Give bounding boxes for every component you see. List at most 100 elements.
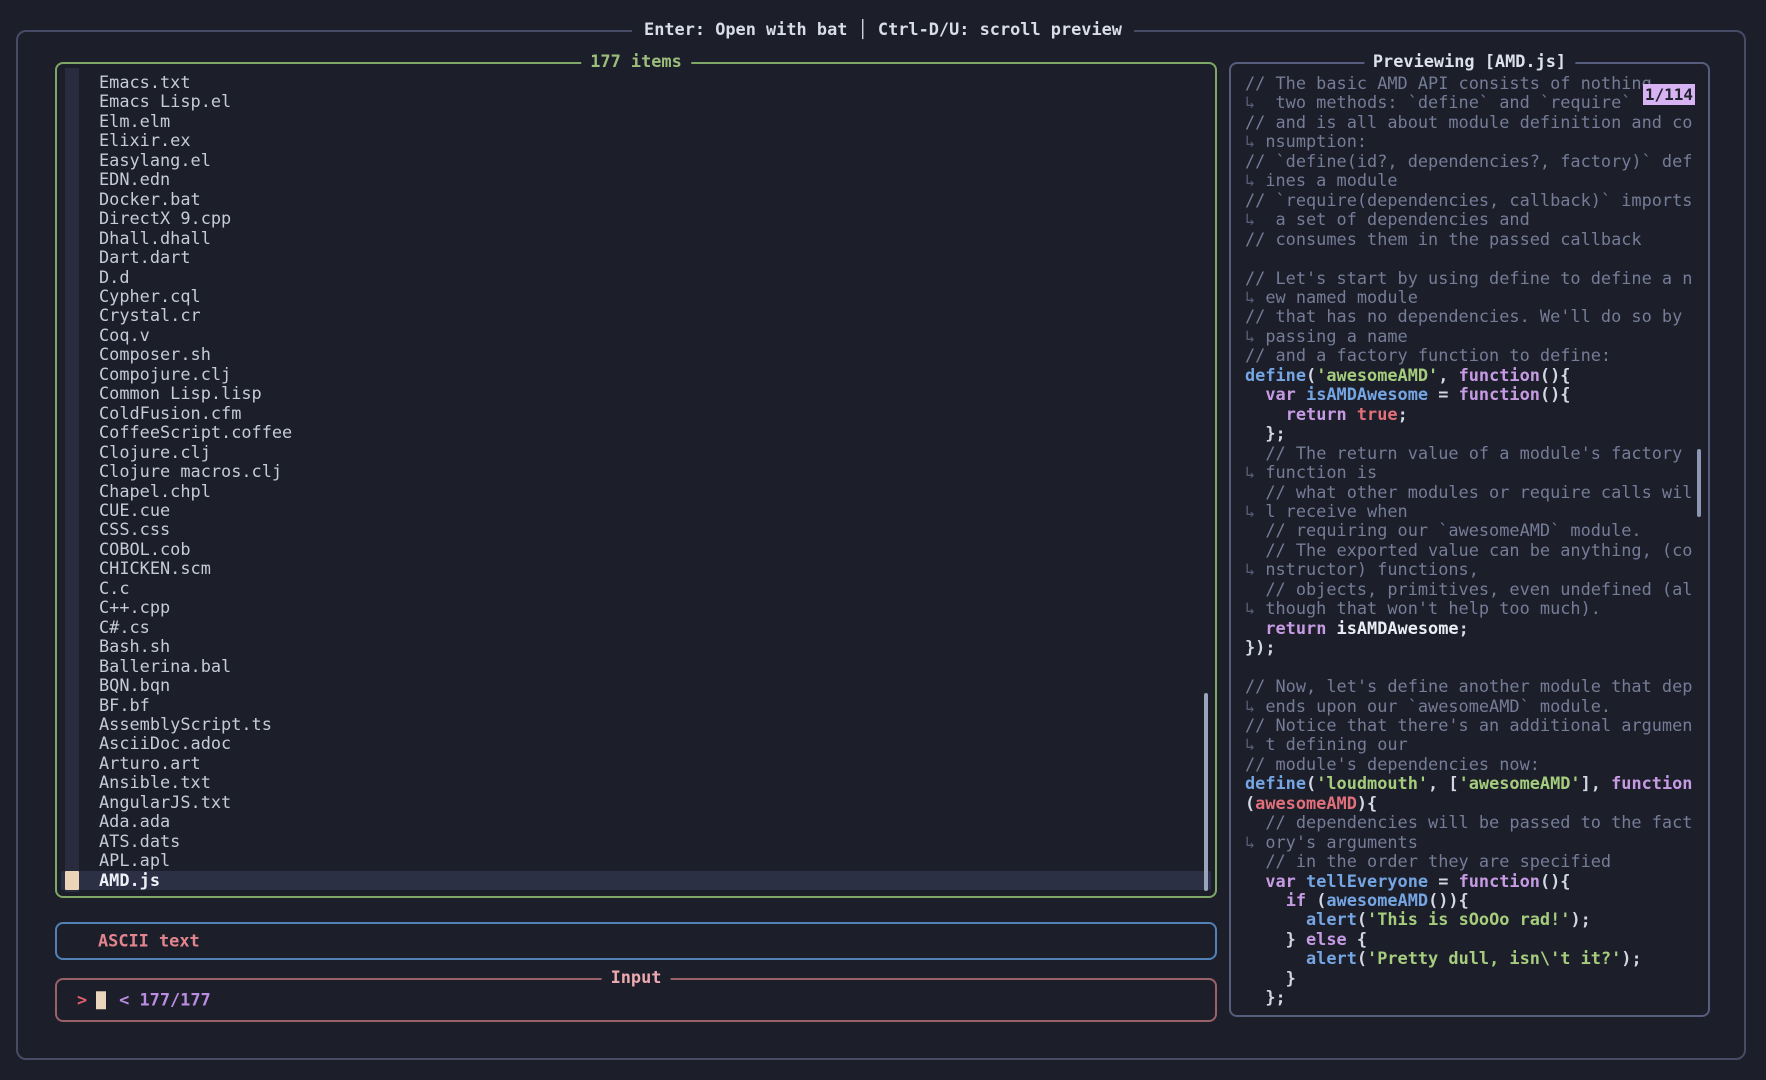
file-list-item[interactable]: C#.cs (61, 618, 1211, 637)
file-name: Emacs.txt (99, 73, 191, 92)
scroll-position-badge: 1/114 (1643, 84, 1695, 105)
file-list-item[interactable]: Clojure.clj (61, 443, 1211, 462)
file-list-item[interactable]: Docker.bat (61, 190, 1211, 209)
file-list-item[interactable]: Ansible.txt (61, 773, 1211, 792)
file-list-item[interactable]: Coq.v (61, 326, 1211, 345)
file-list-item[interactable]: EDN.edn (61, 170, 1211, 189)
file-name: Easylang.el (99, 151, 211, 170)
file-name: Chapel.chpl (99, 482, 211, 501)
file-list-item[interactable]: ATS.dats (61, 832, 1211, 851)
file-list-item[interactable]: COBOL.cob (61, 540, 1211, 559)
preview-code-line: // that has no dependencies. We'll do so… (1245, 307, 1706, 326)
preview-code-line: ↳ nsumption: (1245, 132, 1706, 151)
preview-code-line: var tellEveryone = function(){ (1245, 872, 1706, 891)
file-list-item[interactable]: CHICKEN.scm (61, 559, 1211, 578)
file-name: CSS.css (99, 520, 170, 539)
preview-code-line: // Let's start by using define to define… (1245, 269, 1706, 288)
file-list-item[interactable]: BQN.bqn (61, 676, 1211, 695)
file-name: AngularJS.txt (99, 793, 231, 812)
preview-code-line: // The exported value can be anything, (… (1245, 541, 1706, 560)
file-list-item[interactable]: Easylang.el (61, 151, 1211, 170)
selection-bar (65, 871, 79, 889)
file-list-item[interactable]: Composer.sh (61, 345, 1211, 364)
file-list-item[interactable]: Dhall.dhall (61, 229, 1211, 248)
file-list-item[interactable]: Crystal.cr (61, 306, 1211, 325)
file-list-item[interactable]: APL.apl (61, 851, 1211, 870)
file-name: C#.cs (99, 618, 150, 637)
file-list-item[interactable]: CUE.cue (61, 501, 1211, 520)
file-list-item[interactable]: Ballerina.bal (61, 657, 1211, 676)
input-panel-title: Input (602, 968, 671, 987)
preview-code-line: // consumes them in the passed callback (1245, 230, 1706, 249)
preview-scrollbar-thumb[interactable] (1697, 449, 1701, 517)
file-name: EDN.edn (99, 170, 170, 189)
file-name: APL.apl (99, 851, 170, 870)
file-list-item[interactable]: D.d (61, 268, 1211, 287)
file-list-item[interactable]: AngularJS.txt (61, 793, 1211, 812)
file-name: CHICKEN.scm (99, 559, 211, 578)
file-name: AsciiDoc.adoc (99, 734, 231, 753)
file-list-item[interactable]: Compojure.clj (61, 365, 1211, 384)
file-name: Emacs Lisp.el (99, 92, 231, 111)
preview-code-line: ↳ nstructor) functions, (1245, 560, 1706, 579)
file-list-item[interactable]: AMD.js (61, 871, 1211, 890)
preview-code-line: ↳ though that won't help too much). (1245, 599, 1706, 618)
input-panel[interactable]: Input > < 177/177 (55, 978, 1217, 1022)
preview-code-line: // Now, let's define another module that… (1245, 677, 1706, 696)
file-list-item[interactable]: CSS.css (61, 520, 1211, 539)
result-count: < 177/177 (119, 990, 211, 1009)
file-list-item[interactable]: Emacs Lisp.el (61, 92, 1211, 111)
preview-panel-title: Previewing [AMD.js] (1364, 52, 1575, 71)
preview-code-line: }; (1245, 988, 1706, 1007)
preview-code-line: ↳ passing a name (1245, 327, 1706, 346)
file-list-item[interactable]: C.c (61, 579, 1211, 598)
file-name: C++.cpp (99, 598, 170, 617)
file-name: Clojure.clj (99, 443, 211, 462)
preview-code-line: alert('Pretty dull, isn\'t it?'); (1245, 949, 1706, 968)
file-name: Elixir.ex (99, 131, 191, 150)
file-name: BF.bf (99, 696, 150, 715)
file-list-item[interactable]: Cypher.cql (61, 287, 1211, 306)
app-window: Enter: Open with bat │ Ctrl-D/U: scroll … (0, 0, 1766, 1080)
file-name: Common Lisp.lisp (99, 384, 262, 403)
preview-code-line: // objects, primitives, even undefined (… (1245, 580, 1706, 599)
preview-code-line: ↳ ory's arguments (1245, 833, 1706, 852)
preview-code-line: ↳ ines a module (1245, 171, 1706, 190)
file-name: Ada.ada (99, 812, 170, 831)
file-name: Elm.elm (99, 112, 170, 131)
preview-code-line: // The return value of a module's factor… (1245, 444, 1706, 463)
file-list-item[interactable]: Elm.elm (61, 112, 1211, 131)
file-list-item[interactable]: BF.bf (61, 696, 1211, 715)
file-list-item[interactable]: Bash.sh (61, 637, 1211, 656)
file-list-item[interactable]: AsciiDoc.adoc (61, 734, 1211, 753)
file-name: CoffeeScript.coffee (99, 423, 292, 442)
file-list-item[interactable]: DirectX 9.cpp (61, 209, 1211, 228)
text-cursor (96, 991, 106, 1009)
results-panel: 177 items Emacs.txtEmacs Lisp.elElm.elmE… (55, 62, 1217, 898)
file-list-item[interactable]: Dart.dart (61, 248, 1211, 267)
file-list-item[interactable]: ColdFusion.cfm (61, 404, 1211, 423)
file-list-item[interactable]: Common Lisp.lisp (61, 384, 1211, 403)
preview-code-line: define('awesomeAMD', function(){ (1245, 366, 1706, 385)
file-list-item[interactable]: C++.cpp (61, 598, 1211, 617)
preview-code-line: return true; (1245, 405, 1706, 424)
file-name: D.d (99, 268, 130, 287)
preview-code-line: // Notice that there's an additional arg… (1245, 716, 1706, 735)
preview-code-line (1245, 249, 1706, 268)
preview-code-line: ↳ ew named module (1245, 288, 1706, 307)
preview-code-line: ↳ t defining our (1245, 735, 1706, 754)
preview-code-line: ↳ ends upon our `awesomeAMD` module. (1245, 697, 1706, 716)
file-list-item[interactable]: Clojure macros.clj (61, 462, 1211, 481)
file-list-item[interactable]: Elixir.ex (61, 131, 1211, 150)
search-input[interactable]: > < 177/177 (77, 990, 211, 1009)
file-list-item[interactable]: CoffeeScript.coffee (61, 423, 1211, 442)
file-list-item[interactable]: Arturo.art (61, 754, 1211, 773)
results-scrollbar-thumb[interactable] (1204, 693, 1208, 891)
file-list-item[interactable]: AssemblyScript.ts (61, 715, 1211, 734)
file-list-item[interactable]: Chapel.chpl (61, 482, 1211, 501)
file-name: Composer.sh (99, 345, 211, 364)
preview-code-line: // what other modules or require calls w… (1245, 483, 1706, 502)
file-name: CUE.cue (99, 501, 170, 520)
file-list-item[interactable]: Ada.ada (61, 812, 1211, 831)
file-list-item[interactable]: Emacs.txt (61, 73, 1211, 92)
